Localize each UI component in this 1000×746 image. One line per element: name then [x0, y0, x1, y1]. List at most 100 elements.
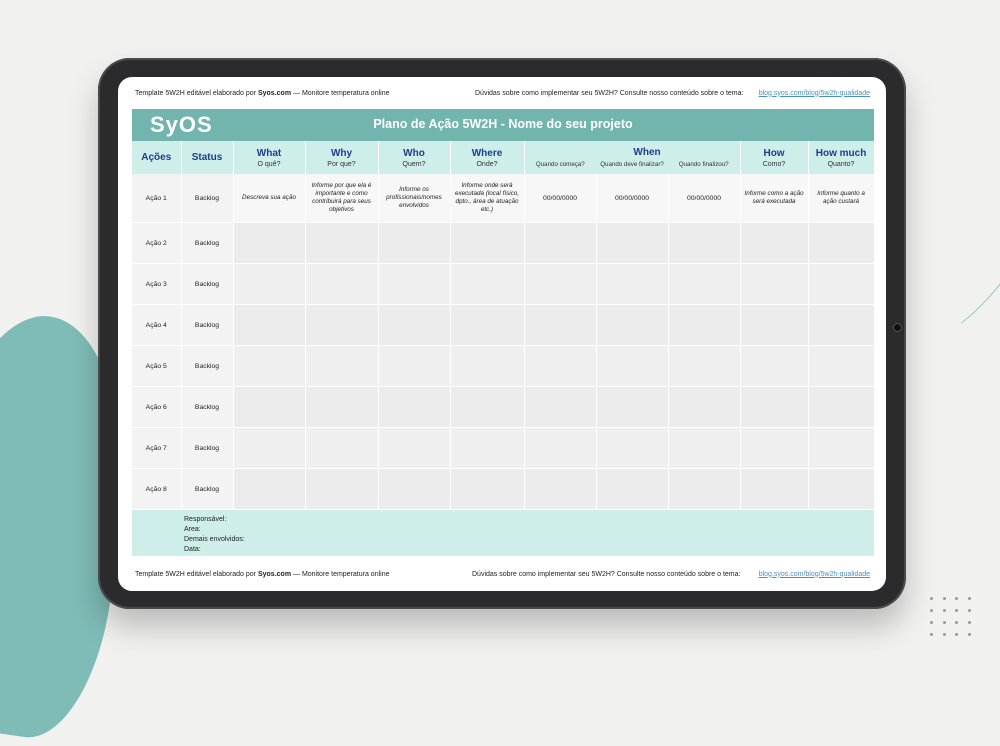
cell-when-done[interactable] [668, 222, 741, 264]
cell-why[interactable]: Informe por que ela é importante e como … [305, 174, 379, 223]
cell-how[interactable] [740, 468, 809, 510]
cell-when-done[interactable] [668, 468, 741, 510]
cell-how[interactable] [740, 345, 809, 387]
cell-who[interactable] [378, 468, 451, 510]
cell-when-start[interactable] [524, 427, 597, 469]
bottom-note-brand-link[interactable]: Syos.com [258, 571, 291, 578]
cell-why[interactable] [305, 386, 379, 428]
footer-area[interactable]: Area: [184, 525, 245, 535]
cell-why[interactable] [305, 304, 379, 346]
cell-when-start[interactable] [524, 222, 597, 264]
cell-who[interactable] [378, 263, 451, 305]
cell-howmuch[interactable] [808, 263, 875, 305]
top-note-middle: Dúvidas sobre como implementar seu 5W2H?… [475, 89, 744, 97]
cell-when-finish[interactable] [596, 345, 669, 387]
cell-when-done[interactable]: 00/00/0000 [668, 174, 741, 223]
cell-when-finish[interactable] [596, 427, 669, 469]
cell-how[interactable] [740, 427, 809, 469]
cell-where[interactable] [450, 345, 525, 387]
cell-when-finish[interactable] [596, 304, 669, 346]
cell-action[interactable]: Ação 2 [132, 222, 182, 264]
footer-data[interactable]: Data: [184, 545, 245, 555]
cell-how[interactable] [740, 222, 809, 264]
top-note-link[interactable]: blog.syos.com/blog/5w2h-qualidade [759, 90, 870, 97]
cell-where[interactable] [450, 468, 525, 510]
cell-howmuch[interactable] [808, 386, 875, 428]
cell-how[interactable]: Informe como a ação será executada [740, 174, 809, 223]
cell-where[interactable] [450, 386, 525, 428]
cell-status[interactable]: Backlog [181, 386, 234, 428]
cell-howmuch[interactable]: Informe quanto a ação custará [808, 174, 875, 223]
cell-why[interactable] [305, 222, 379, 264]
cell-where[interactable]: Informe onde será executada (local físic… [450, 174, 525, 223]
cell-when-done[interactable] [668, 345, 741, 387]
cell-when-start[interactable] [524, 263, 597, 305]
cell-when-finish[interactable] [596, 222, 669, 264]
cell-when-start[interactable] [524, 386, 597, 428]
cell-howmuch[interactable] [808, 345, 875, 387]
cell-where[interactable] [450, 427, 525, 469]
cell-when-done[interactable] [668, 427, 741, 469]
cell-who[interactable] [378, 222, 451, 264]
cell-where[interactable] [450, 304, 525, 346]
cell-howmuch[interactable] [808, 304, 875, 346]
footer-responsavel[interactable]: Responsável: [184, 515, 245, 525]
cell-where[interactable] [450, 263, 525, 305]
cell-when-done[interactable] [668, 304, 741, 346]
cell-what[interactable] [233, 427, 306, 469]
cell-action[interactable]: Ação 4 [132, 304, 182, 346]
cell-action[interactable]: Ação 8 [132, 468, 182, 510]
cell-who[interactable] [378, 304, 451, 346]
cell-status[interactable]: Backlog [181, 263, 234, 305]
cell-when-start[interactable] [524, 468, 597, 510]
cell-who[interactable]: Informe os profissionais/nomes envolvido… [378, 174, 451, 223]
cell-when-start[interactable] [524, 304, 597, 346]
cell-why[interactable] [305, 345, 379, 387]
cell-action[interactable]: Ação 3 [132, 263, 182, 305]
bottom-note-link[interactable]: blog.syos.com/blog/5w2h-qualidade [759, 571, 870, 578]
cell-why[interactable] [305, 468, 379, 510]
cell-action[interactable]: Ação 5 [132, 345, 182, 387]
cell-what[interactable] [233, 468, 306, 510]
cell-what[interactable] [233, 304, 306, 346]
cell-status[interactable]: Backlog [181, 427, 234, 469]
cell-who[interactable] [378, 427, 451, 469]
cell-action[interactable]: Ação 1 [132, 174, 182, 223]
cell-status[interactable]: Backlog [181, 304, 234, 346]
cell-what[interactable] [233, 263, 306, 305]
cell-status[interactable]: Backlog [181, 345, 234, 387]
cell-who[interactable] [378, 345, 451, 387]
cell-when-finish[interactable]: 00/00/0000 [596, 174, 669, 223]
cell-when-finish[interactable] [596, 386, 669, 428]
cell-what[interactable] [233, 386, 306, 428]
cell-where[interactable] [450, 222, 525, 264]
cell-when-finish[interactable] [596, 468, 669, 510]
cell-when-start[interactable] [524, 345, 597, 387]
cell-howmuch[interactable] [808, 222, 875, 264]
footer-envolvidos[interactable]: Demais envolvidos: [184, 535, 245, 545]
cell-what[interactable] [233, 345, 306, 387]
top-note-brand-link[interactable]: Syos.com [258, 90, 291, 97]
cell-status[interactable]: Backlog [181, 222, 234, 264]
cell-when-done[interactable] [668, 263, 741, 305]
cell-action[interactable]: Ação 7 [132, 427, 182, 469]
cell-when-finish[interactable] [596, 263, 669, 305]
cell-what[interactable] [233, 222, 306, 264]
cell-why[interactable] [305, 263, 379, 305]
cell-how[interactable] [740, 386, 809, 428]
header-how: How Como? [740, 141, 809, 174]
cell-why[interactable] [305, 427, 379, 469]
cell-status[interactable]: Backlog [181, 468, 234, 510]
cell-howmuch[interactable] [808, 468, 875, 510]
bottom-note-middle: Dúvidas sobre como implementar seu 5W2H?… [472, 570, 741, 578]
cell-who[interactable] [378, 386, 451, 428]
cell-status[interactable]: Backlog [181, 174, 234, 223]
cell-what[interactable]: Descreva sua ação [233, 174, 306, 223]
cell-action[interactable]: Ação 6 [132, 386, 182, 428]
cell-when-done[interactable] [668, 386, 741, 428]
table-row: Ação 6 Backlog [132, 386, 875, 428]
cell-when-start[interactable]: 00/00/0000 [524, 174, 597, 223]
cell-howmuch[interactable] [808, 427, 875, 469]
cell-how[interactable] [740, 304, 809, 346]
cell-how[interactable] [740, 263, 809, 305]
